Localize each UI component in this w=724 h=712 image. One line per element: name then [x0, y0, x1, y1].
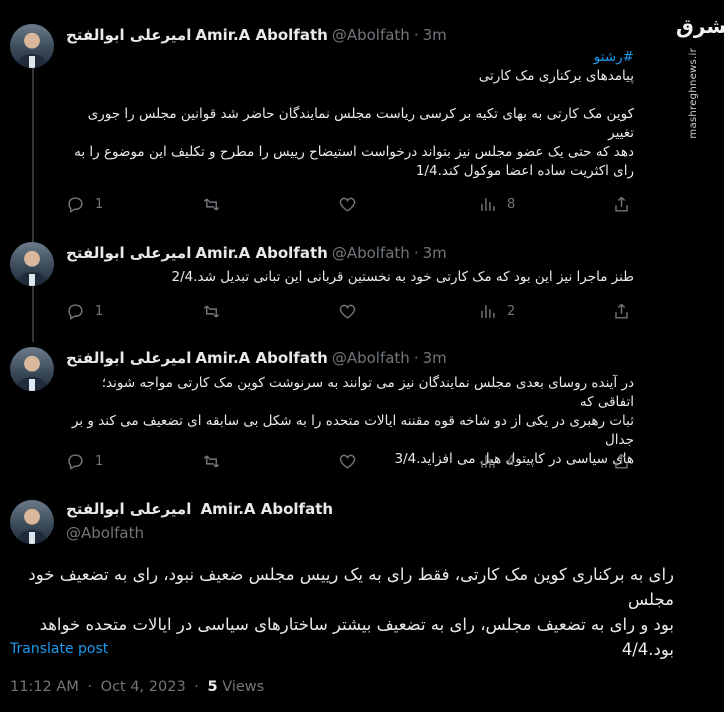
- post-time[interactable]: 3m: [423, 26, 447, 44]
- reply-icon: [68, 304, 83, 320]
- avatar[interactable]: [10, 500, 54, 544]
- post-text: رای به برکناری کوین مک کارتی، فقط رای به…: [10, 562, 674, 662]
- action-bar: 1 8: [66, 195, 636, 217]
- views-count: 2: [507, 304, 516, 319]
- heart-icon: [339, 197, 356, 212]
- share-icon: [615, 453, 628, 469]
- post-time[interactable]: 3m: [423, 349, 447, 367]
- post-header: امیرعلی ابوالفتح Amir.A Abolfath @Abolfa…: [66, 242, 447, 264]
- author-name-fa[interactable]: امیرعلی ابوالفتح: [66, 244, 191, 262]
- thread-post-2[interactable]: امیرعلی ابوالفتح Amir.A Abolfath @Abolfa…: [0, 242, 724, 336]
- reply-button[interactable]: 1: [66, 302, 103, 321]
- action-bar: 1 2: [66, 302, 636, 324]
- like-button[interactable]: [338, 302, 357, 321]
- views-button[interactable]: 8: [478, 195, 515, 214]
- reply-button[interactable]: 1: [66, 195, 103, 214]
- heart-icon: [339, 304, 356, 319]
- views-button[interactable]: 2: [478, 302, 515, 321]
- author-name-en[interactable]: Amir.A Abolfath: [195, 26, 327, 44]
- separator-dot: ·: [413, 349, 419, 367]
- reply-count: 1: [95, 197, 104, 212]
- separator-dot: ·: [194, 679, 199, 695]
- text-line: پیامدهای برکناری مک کارتی: [478, 68, 634, 84]
- views-count: 8: [507, 197, 516, 212]
- retweet-icon: [203, 305, 220, 318]
- avatar[interactable]: [10, 242, 54, 286]
- retweet-button[interactable]: [202, 452, 221, 471]
- text-line: بود و رای به تضعیف مجلس، رای به تضعیف بی…: [39, 615, 674, 634]
- share-icon: [615, 303, 628, 319]
- author-handle[interactable]: @Abolfath: [66, 524, 144, 542]
- text-line: در آینده روسای بعدی مجلس نمایندگان نیز م…: [101, 375, 634, 410]
- text-line: طنز ماجرا نیز این بود که مک کارتی خود به…: [171, 269, 635, 285]
- text-line: [66, 86, 634, 105]
- post-meta: 11:12 AM · Oct 4, 2023 · 5 Views: [10, 679, 264, 695]
- reply-icon: [68, 197, 83, 213]
- analytics-icon: [481, 455, 495, 468]
- thread-post-1[interactable]: امیرعلی ابوالفتح Amir.A Abolfath @Abolfa…: [0, 24, 724, 224]
- post-time[interactable]: 3m: [423, 244, 447, 262]
- share-icon: [615, 196, 628, 212]
- post-header: امیرعلی ابوالفتح Amir.A Abolfath @Abolfa…: [66, 347, 447, 369]
- text-line: ثبات رهبری در یکی از دو شاخه قوه مقننه ا…: [71, 413, 634, 448]
- translate-post-link[interactable]: Translate post: [10, 641, 108, 657]
- views-label: Views: [222, 679, 265, 695]
- reply-count: 1: [95, 304, 104, 319]
- text-line: کوین مک کارتی به بهای تکیه بر کرسی ریاست…: [87, 106, 634, 141]
- like-button[interactable]: [338, 452, 357, 471]
- retweet-button[interactable]: [202, 195, 221, 214]
- share-button[interactable]: [612, 302, 631, 321]
- text-line: رای به برکناری کوین مک کارتی، فقط رای به…: [28, 565, 674, 609]
- separator-dot: ·: [413, 26, 419, 44]
- author-name-en[interactable]: Amir.A Abolfath: [195, 244, 327, 262]
- text-line: رای اکثریت ساده اعضا موکول کند.1/4: [415, 163, 634, 179]
- author-name-en[interactable]: Amir.A Abolfath: [201, 500, 333, 518]
- views-button[interactable]: 4: [478, 452, 515, 471]
- text-line: بود.4/4: [621, 640, 674, 659]
- action-bar: 1 4: [66, 452, 636, 474]
- separator-dot: ·: [413, 244, 419, 262]
- reply-count: 1: [95, 454, 104, 469]
- post-text: طنز ماجرا نیز این بود که مک کارتی خود به…: [66, 268, 635, 287]
- post-date[interactable]: Oct 4, 2023: [101, 679, 186, 695]
- author-handle[interactable]: @Abolfath: [332, 26, 410, 44]
- author-handle[interactable]: @Abolfath: [332, 244, 410, 262]
- hashtag-link[interactable]: #رشتو: [66, 48, 634, 67]
- thread-post-3[interactable]: امیرعلی ابوالفتح Amir.A Abolfath @Abolfa…: [0, 347, 724, 477]
- share-button[interactable]: [612, 452, 631, 471]
- analytics-icon: [481, 305, 495, 318]
- retweet-icon: [203, 198, 220, 211]
- retweet-icon: [203, 455, 220, 468]
- retweet-button[interactable]: [202, 302, 221, 321]
- text-line: دهد که حتی یک عضو مجلس نیز بتواند درخواس…: [74, 144, 634, 160]
- avatar[interactable]: [10, 347, 54, 391]
- reply-button[interactable]: 1: [66, 452, 103, 471]
- post-header: امیرعلی ابوالفتح Amir.A Abolfath: [66, 500, 333, 518]
- heart-icon: [339, 454, 356, 469]
- views-count: 4: [507, 454, 516, 469]
- analytics-icon: [481, 198, 495, 211]
- author-name-fa[interactable]: امیرعلی ابوالفتح: [66, 500, 191, 518]
- author-name-en[interactable]: Amir.A Abolfath: [195, 349, 327, 367]
- post-text: #رشتو پیامدهای برکناری مک کارتی کوین مک …: [66, 48, 634, 181]
- share-button[interactable]: [612, 195, 631, 214]
- post-time[interactable]: 11:12 AM: [10, 679, 79, 695]
- post-header: امیرعلی ابوالفتح Amir.A Abolfath @Abolfa…: [66, 24, 447, 46]
- separator-dot: ·: [87, 679, 93, 695]
- author-handle[interactable]: @Abolfath: [332, 349, 410, 367]
- views-count: 5: [207, 679, 218, 695]
- like-button[interactable]: [338, 195, 357, 214]
- avatar[interactable]: [10, 24, 54, 68]
- author-name-fa[interactable]: امیرعلی ابوالفتح: [66, 349, 191, 367]
- reply-icon: [68, 454, 83, 470]
- author-name-fa[interactable]: امیرعلی ابوالفتح: [66, 26, 191, 44]
